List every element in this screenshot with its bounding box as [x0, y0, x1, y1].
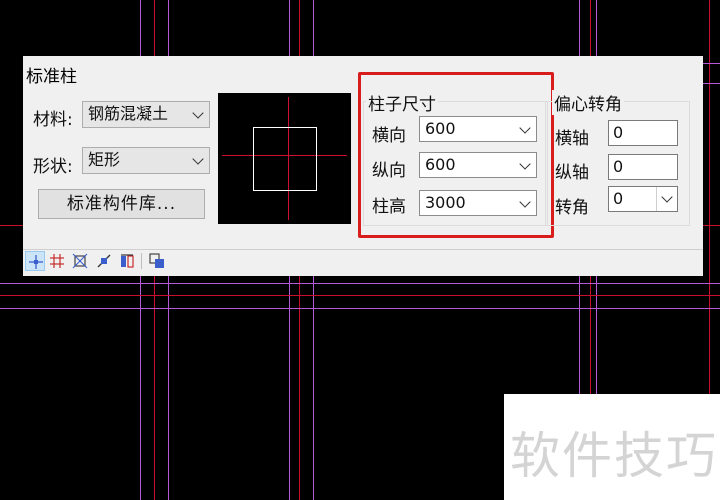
standard-column-dialog: 标准柱 材料: 钢筋混凝土 形状: 矩形 标准构件库... 柱子尺寸 横向 60…: [23, 56, 703, 276]
point-insert-icon: [29, 255, 43, 269]
material-select[interactable]: 钢筋混凝土: [82, 101, 210, 128]
preview-column-outline: [253, 127, 317, 191]
shape-value: 矩形: [88, 150, 121, 169]
x-axis-label: 横轴: [555, 129, 589, 149]
rotation-value: 0: [613, 189, 624, 208]
watermark-text: 软件技巧: [510, 427, 718, 485]
grid-insert-icon: [50, 254, 64, 268]
y-axis-label: 纵轴: [555, 163, 589, 183]
grid-insert-button[interactable]: [47, 251, 67, 271]
replace-button[interactable]: [117, 251, 137, 271]
cad-wall-line: [0, 283, 720, 284]
chevron-down-icon: [192, 153, 204, 165]
shape-select[interactable]: 矩形: [82, 147, 210, 174]
column-preview: [218, 93, 351, 224]
toolbar-separator: [23, 249, 703, 250]
region-insert-button[interactable]: [94, 251, 114, 271]
axis-insert-button[interactable]: [70, 251, 90, 271]
region-insert-icon: [97, 254, 111, 268]
replace-icon: [121, 254, 134, 268]
watermark: 软件技巧: [504, 394, 720, 500]
component-library-button[interactable]: 标准构件库...: [38, 189, 205, 219]
material-value: 钢筋混凝土: [88, 104, 169, 123]
toolbar-divider: [141, 253, 142, 269]
chevron-down-icon: [661, 191, 673, 203]
axis-insert-icon: [72, 253, 88, 269]
point-insert-button[interactable]: [25, 251, 45, 271]
size-highlight-box: [358, 72, 554, 238]
pick-button[interactable]: [147, 251, 167, 271]
material-label: 材料:: [33, 110, 73, 130]
dialog-title: 标准柱: [26, 67, 77, 87]
pick-icon: [149, 253, 164, 268]
cad-axis-line: [703, 225, 720, 226]
y-axis-input[interactable]: 0: [608, 154, 678, 180]
shape-label: 形状:: [33, 157, 73, 177]
cad-wall-line: [703, 63, 720, 64]
rotation-label: 转角: [555, 198, 589, 218]
offset-rotation-caption: 偏心转角: [552, 90, 624, 115]
chevron-down-icon: [192, 107, 204, 119]
rotation-select[interactable]: 0: [608, 186, 678, 212]
cad-wall-line: [703, 83, 720, 84]
x-axis-input[interactable]: 0: [608, 120, 678, 146]
cad-axis-line: [0, 225, 23, 226]
cad-wall-line: [0, 308, 720, 309]
rotation-dropdown-button[interactable]: [656, 187, 677, 211]
cad-axis-line: [0, 295, 720, 296]
